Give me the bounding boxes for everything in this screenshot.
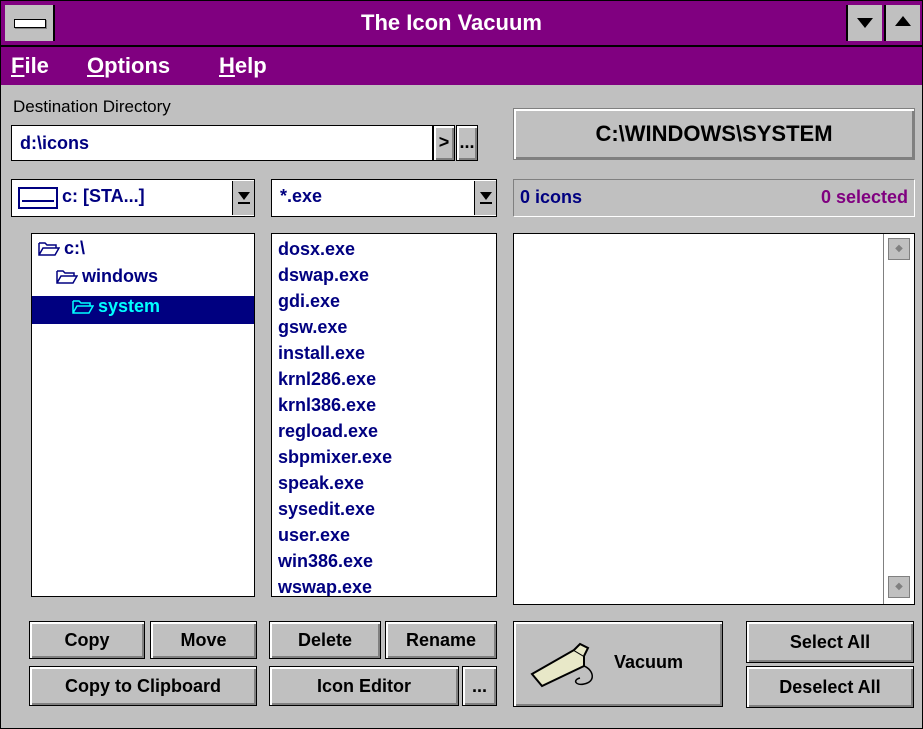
chevron-down-icon bbox=[480, 192, 492, 200]
vertical-scrollbar[interactable]: ◆ ◆ bbox=[883, 234, 914, 604]
file-item[interactable]: win386.exe bbox=[278, 548, 373, 574]
file-item[interactable]: gsw.exe bbox=[278, 314, 347, 340]
file-item[interactable]: krnl286.exe bbox=[278, 366, 376, 392]
tree-item-label: windows bbox=[82, 266, 158, 286]
tree-item-label: c:\ bbox=[64, 238, 86, 258]
tree-item-root[interactable]: c:\ bbox=[38, 238, 85, 266]
selected-count: 0 selected bbox=[820, 187, 908, 207]
drive-select[interactable]: c: [STA...] bbox=[11, 179, 255, 217]
rename-button[interactable]: Rename bbox=[385, 621, 497, 659]
icon-editor-button[interactable]: Icon Editor bbox=[269, 666, 459, 706]
destination-label: Destination Directory bbox=[13, 97, 171, 116]
file-item[interactable]: user.exe bbox=[278, 522, 350, 548]
tree-item-windows[interactable]: windows bbox=[56, 266, 158, 294]
maximize-icon bbox=[895, 16, 911, 26]
chevron-down-icon bbox=[238, 192, 250, 200]
system-menu-icon bbox=[14, 19, 46, 28]
system-menu-button[interactable] bbox=[5, 5, 55, 41]
open-folder-icon bbox=[38, 242, 60, 256]
filter-dropdown-arrow[interactable] bbox=[474, 181, 496, 215]
destination-browse-button[interactable]: ... bbox=[456, 125, 478, 161]
file-item[interactable]: regload.exe bbox=[278, 418, 378, 444]
file-item[interactable]: gdi.exe bbox=[278, 288, 340, 314]
app-window: The Icon Vacuum File Options Help Destin… bbox=[0, 0, 923, 729]
copy-button[interactable]: Copy bbox=[29, 621, 145, 659]
move-button[interactable]: Move bbox=[150, 621, 257, 659]
menu-help[interactable]: Help bbox=[219, 53, 267, 79]
destination-go-button[interactable]: > bbox=[433, 125, 455, 161]
file-item[interactable]: wswap.exe bbox=[278, 574, 372, 596]
deselect-all-button[interactable]: Deselect All bbox=[746, 666, 914, 708]
file-item[interactable]: dosx.exe bbox=[278, 236, 355, 262]
filter-select[interactable]: *.exe bbox=[271, 179, 497, 217]
title-bar[interactable]: The Icon Vacuum bbox=[1, 1, 922, 47]
drive-select-value: c: [STA...] bbox=[62, 186, 145, 206]
copy-to-clipboard-button[interactable]: Copy to Clipboard bbox=[29, 666, 257, 706]
filter-select-value: *.exe bbox=[280, 186, 323, 206]
vacuum-icon bbox=[530, 642, 593, 688]
tree-item-system[interactable]: system bbox=[32, 296, 254, 324]
open-folder-icon bbox=[56, 270, 78, 284]
icon-editor-options-button[interactable]: ... bbox=[462, 666, 497, 706]
menu-options[interactable]: Options bbox=[87, 53, 170, 79]
file-item[interactable]: speak.exe bbox=[278, 470, 364, 496]
menu-bar: File Options Help bbox=[1, 47, 922, 85]
icon-display-area[interactable]: ◆ ◆ bbox=[513, 233, 915, 605]
icons-count: 0 icons bbox=[520, 187, 583, 207]
vacuum-button[interactable]: Vacuum bbox=[513, 621, 723, 707]
status-bar: 0 icons 0 selected bbox=[513, 179, 915, 217]
drive-dropdown-arrow[interactable] bbox=[232, 181, 254, 215]
minimize-button[interactable] bbox=[846, 5, 882, 41]
file-item[interactable]: sbpmixer.exe bbox=[278, 444, 392, 470]
delete-button[interactable]: Delete bbox=[269, 621, 381, 659]
maximize-button[interactable] bbox=[884, 5, 920, 41]
window-title: The Icon Vacuum bbox=[361, 10, 542, 35]
scroll-down-button[interactable]: ◆ bbox=[888, 576, 910, 598]
open-folder-icon bbox=[72, 300, 94, 314]
tree-item-label: system bbox=[98, 296, 161, 316]
current-path-display: C:\WINDOWS\SYSTEM bbox=[513, 108, 915, 160]
file-item[interactable]: dswap.exe bbox=[278, 262, 369, 288]
select-all-button[interactable]: Select All bbox=[746, 621, 914, 663]
hard-drive-icon bbox=[18, 187, 58, 209]
file-item[interactable]: krnl386.exe bbox=[278, 392, 376, 418]
menu-file[interactable]: File bbox=[11, 53, 49, 79]
file-item[interactable]: install.exe bbox=[278, 340, 365, 366]
vacuum-label: Vacuum bbox=[614, 652, 684, 672]
destination-input[interactable]: d:\icons bbox=[11, 125, 433, 161]
file-list: dosx.exe dswap.exe gdi.exe gsw.exe insta… bbox=[271, 233, 497, 597]
scroll-up-button[interactable]: ◆ bbox=[888, 238, 910, 260]
directory-tree: c:\ windows system bbox=[31, 233, 255, 597]
minimize-icon bbox=[857, 18, 873, 28]
file-item[interactable]: sysedit.exe bbox=[278, 496, 375, 522]
